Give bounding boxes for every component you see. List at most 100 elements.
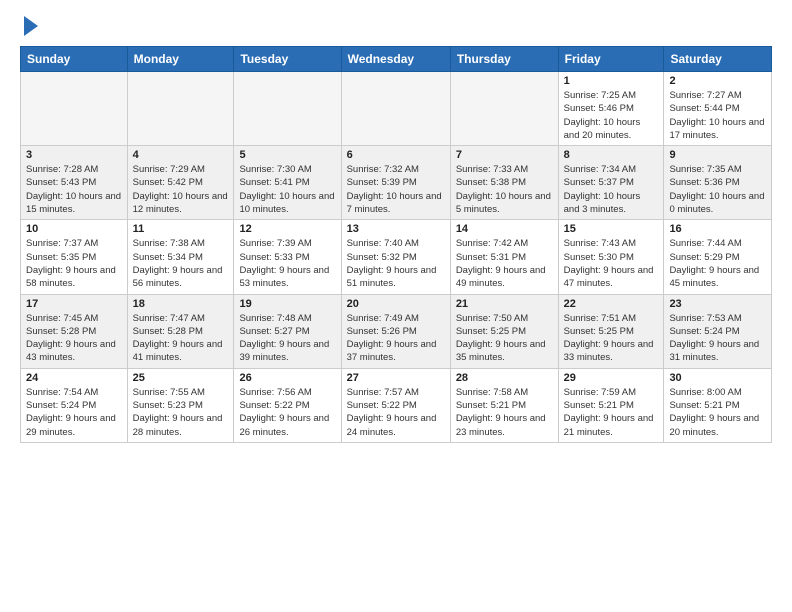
day-info: Sunrise: 7:35 AM Sunset: 5:36 PM Dayligh… xyxy=(669,163,766,216)
calendar-day: 30 Sunrise: 8:00 AM Sunset: 5:21 PM Dayli… xyxy=(664,368,772,442)
day-info: Sunrise: 7:55 AM Sunset: 5:23 PM Dayligh… xyxy=(133,386,229,439)
day-number: 25 xyxy=(133,372,229,384)
day-number: 6 xyxy=(347,149,445,161)
calendar-week-row: 10 Sunrise: 7:37 AM Sunset: 5:35 PM Dayli… xyxy=(21,220,772,294)
day-info: Sunrise: 7:34 AM Sunset: 5:37 PM Dayligh… xyxy=(564,163,659,216)
calendar-day: 27 Sunrise: 7:57 AM Sunset: 5:22 PM Dayli… xyxy=(341,368,450,442)
calendar-header-row: SundayMondayTuesdayWednesdayThursdayFrid… xyxy=(21,47,772,72)
day-number: 18 xyxy=(133,298,229,310)
day-info: Sunrise: 7:45 AM Sunset: 5:28 PM Dayligh… xyxy=(26,312,122,365)
calendar-day: 4 Sunrise: 7:29 AM Sunset: 5:42 PM Daylig… xyxy=(127,146,234,220)
calendar-day: 23 Sunrise: 7:53 AM Sunset: 5:24 PM Dayli… xyxy=(664,294,772,368)
calendar-day: 15 Sunrise: 7:43 AM Sunset: 5:30 PM Dayli… xyxy=(558,220,664,294)
day-number: 19 xyxy=(239,298,335,310)
calendar-header-sunday: Sunday xyxy=(21,47,128,72)
day-number: 12 xyxy=(239,223,335,235)
calendar-day: 7 Sunrise: 7:33 AM Sunset: 5:38 PM Daylig… xyxy=(450,146,558,220)
day-info: Sunrise: 7:49 AM Sunset: 5:26 PM Dayligh… xyxy=(347,312,445,365)
calendar-day: 19 Sunrise: 7:48 AM Sunset: 5:27 PM Dayli… xyxy=(234,294,341,368)
day-info: Sunrise: 7:59 AM Sunset: 5:21 PM Dayligh… xyxy=(564,386,659,439)
day-number: 11 xyxy=(133,223,229,235)
day-info: Sunrise: 7:30 AM Sunset: 5:41 PM Dayligh… xyxy=(239,163,335,216)
day-number: 3 xyxy=(26,149,122,161)
calendar-week-row: 3 Sunrise: 7:28 AM Sunset: 5:43 PM Daylig… xyxy=(21,146,772,220)
header xyxy=(20,16,772,36)
day-info: Sunrise: 7:58 AM Sunset: 5:21 PM Dayligh… xyxy=(456,386,553,439)
calendar-day: 20 Sunrise: 7:49 AM Sunset: 5:26 PM Dayli… xyxy=(341,294,450,368)
day-info: Sunrise: 7:53 AM Sunset: 5:24 PM Dayligh… xyxy=(669,312,766,365)
day-number: 16 xyxy=(669,223,766,235)
day-number: 30 xyxy=(669,372,766,384)
day-info: Sunrise: 7:29 AM Sunset: 5:42 PM Dayligh… xyxy=(133,163,229,216)
day-info: Sunrise: 7:50 AM Sunset: 5:25 PM Dayligh… xyxy=(456,312,553,365)
day-info: Sunrise: 7:37 AM Sunset: 5:35 PM Dayligh… xyxy=(26,237,122,290)
calendar-header-thursday: Thursday xyxy=(450,47,558,72)
day-info: Sunrise: 7:32 AM Sunset: 5:39 PM Dayligh… xyxy=(347,163,445,216)
calendar-day: 24 Sunrise: 7:54 AM Sunset: 5:24 PM Dayli… xyxy=(21,368,128,442)
day-info: Sunrise: 7:39 AM Sunset: 5:33 PM Dayligh… xyxy=(239,237,335,290)
calendar-day xyxy=(21,72,128,146)
day-number: 23 xyxy=(669,298,766,310)
calendar-header-tuesday: Tuesday xyxy=(234,47,341,72)
calendar-day: 25 Sunrise: 7:55 AM Sunset: 5:23 PM Dayli… xyxy=(127,368,234,442)
day-info: Sunrise: 7:57 AM Sunset: 5:22 PM Dayligh… xyxy=(347,386,445,439)
calendar-week-row: 17 Sunrise: 7:45 AM Sunset: 5:28 PM Dayli… xyxy=(21,294,772,368)
day-info: Sunrise: 7:56 AM Sunset: 5:22 PM Dayligh… xyxy=(239,386,335,439)
calendar-day: 12 Sunrise: 7:39 AM Sunset: 5:33 PM Dayli… xyxy=(234,220,341,294)
day-number: 21 xyxy=(456,298,553,310)
calendar-week-row: 1 Sunrise: 7:25 AM Sunset: 5:46 PM Daylig… xyxy=(21,72,772,146)
calendar-day: 3 Sunrise: 7:28 AM Sunset: 5:43 PM Daylig… xyxy=(21,146,128,220)
calendar-day: 1 Sunrise: 7:25 AM Sunset: 5:46 PM Daylig… xyxy=(558,72,664,146)
day-number: 27 xyxy=(347,372,445,384)
day-number: 8 xyxy=(564,149,659,161)
calendar-day: 21 Sunrise: 7:50 AM Sunset: 5:25 PM Dayli… xyxy=(450,294,558,368)
day-info: Sunrise: 7:25 AM Sunset: 5:46 PM Dayligh… xyxy=(564,89,659,142)
day-number: 29 xyxy=(564,372,659,384)
day-info: Sunrise: 8:00 AM Sunset: 5:21 PM Dayligh… xyxy=(669,386,766,439)
calendar-header-friday: Friday xyxy=(558,47,664,72)
calendar-day: 8 Sunrise: 7:34 AM Sunset: 5:37 PM Daylig… xyxy=(558,146,664,220)
day-number: 28 xyxy=(456,372,553,384)
calendar: SundayMondayTuesdayWednesdayThursdayFrid… xyxy=(20,46,772,443)
calendar-day: 5Sunrise: 7:30 AM Sunset: 5:41 PM Daylig… xyxy=(234,146,341,220)
calendar-day: 17 Sunrise: 7:45 AM Sunset: 5:28 PM Dayli… xyxy=(21,294,128,368)
day-info: Sunrise: 7:33 AM Sunset: 5:38 PM Dayligh… xyxy=(456,163,553,216)
day-number: 9 xyxy=(669,149,766,161)
day-number: 7 xyxy=(456,149,553,161)
day-number: 10 xyxy=(26,223,122,235)
day-info: Sunrise: 7:43 AM Sunset: 5:30 PM Dayligh… xyxy=(564,237,659,290)
day-number: 13 xyxy=(347,223,445,235)
page: SundayMondayTuesdayWednesdayThursdayFrid… xyxy=(0,0,792,459)
calendar-day: 18 Sunrise: 7:47 AM Sunset: 5:28 PM Dayli… xyxy=(127,294,234,368)
calendar-header-monday: Monday xyxy=(127,47,234,72)
day-info: Sunrise: 7:42 AM Sunset: 5:31 PM Dayligh… xyxy=(456,237,553,290)
logo xyxy=(20,16,38,36)
day-number: 1 xyxy=(564,75,659,87)
calendar-day: 9 Sunrise: 7:35 AM Sunset: 5:36 PM Daylig… xyxy=(664,146,772,220)
day-number: 24 xyxy=(26,372,122,384)
day-number: 14 xyxy=(456,223,553,235)
calendar-day xyxy=(127,72,234,146)
day-number: 17 xyxy=(26,298,122,310)
calendar-day: 14 Sunrise: 7:42 AM Sunset: 5:31 PM Dayli… xyxy=(450,220,558,294)
calendar-day: 13 Sunrise: 7:40 AM Sunset: 5:32 PM Dayli… xyxy=(341,220,450,294)
calendar-day: 22Sunrise: 7:51 AM Sunset: 5:25 PM Dayli… xyxy=(558,294,664,368)
day-info: Sunrise: 7:44 AM Sunset: 5:29 PM Dayligh… xyxy=(669,237,766,290)
calendar-day xyxy=(234,72,341,146)
day-info: Sunrise: 7:28 AM Sunset: 5:43 PM Dayligh… xyxy=(26,163,122,216)
day-info: Sunrise: 7:47 AM Sunset: 5:28 PM Dayligh… xyxy=(133,312,229,365)
day-number: 4 xyxy=(133,149,229,161)
calendar-day: 29 Sunrise: 7:59 AM Sunset: 5:21 PM Dayli… xyxy=(558,368,664,442)
logo-arrow-icon xyxy=(24,16,38,36)
day-number: 15 xyxy=(564,223,659,235)
calendar-day: 26 Sunrise: 7:56 AM Sunset: 5:22 PM Dayli… xyxy=(234,368,341,442)
calendar-day: 16 Sunrise: 7:44 AM Sunset: 5:29 PM Dayli… xyxy=(664,220,772,294)
day-number: 20 xyxy=(347,298,445,310)
day-info: Sunrise: 7:40 AM Sunset: 5:32 PM Dayligh… xyxy=(347,237,445,290)
day-number: 26 xyxy=(239,372,335,384)
day-info: Sunrise: 7:48 AM Sunset: 5:27 PM Dayligh… xyxy=(239,312,335,365)
calendar-day xyxy=(341,72,450,146)
day-number: 22 xyxy=(564,298,659,310)
day-info: Sunrise: 7:54 AM Sunset: 5:24 PM Dayligh… xyxy=(26,386,122,439)
calendar-header-wednesday: Wednesday xyxy=(341,47,450,72)
